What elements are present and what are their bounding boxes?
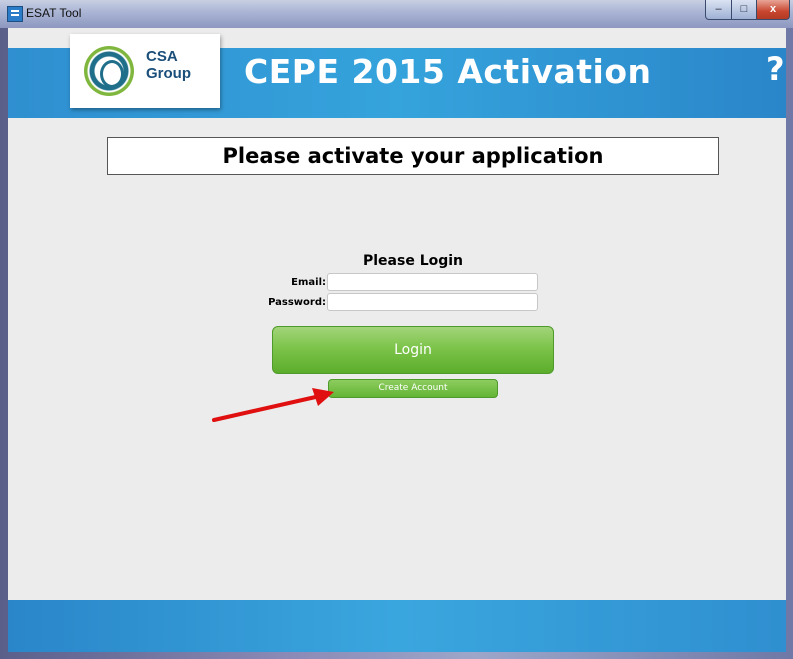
login-heading: Please Login bbox=[362, 253, 464, 269]
csa-group-logo: CSA Group bbox=[70, 34, 220, 108]
logo-line-2: Group bbox=[146, 65, 191, 82]
annotation-arrow-icon bbox=[212, 388, 334, 422]
page-title: CEPE 2015 Activation bbox=[244, 52, 652, 91]
window-title: ESAT Tool bbox=[26, 6, 82, 20]
email-label: Email: bbox=[291, 277, 326, 288]
maximize-button[interactable]: □ bbox=[731, 0, 757, 20]
csa-logo-icon bbox=[84, 46, 134, 96]
login-button[interactable]: Login bbox=[272, 326, 554, 374]
banner-text: Please activate your application bbox=[222, 144, 604, 168]
close-button[interactable]: x bbox=[756, 0, 790, 20]
email-field[interactable] bbox=[327, 273, 538, 291]
password-field[interactable] bbox=[327, 293, 538, 311]
create-account-button[interactable]: Create Account bbox=[328, 379, 498, 398]
footer-bar bbox=[8, 600, 786, 652]
logo-line-1: CSA bbox=[146, 48, 178, 65]
app-window: ESAT Tool – □ x CSA Group CEPE 2015 Acti… bbox=[0, 0, 793, 659]
client-area: CSA Group CEPE 2015 Activation ? Please … bbox=[8, 28, 786, 652]
app-icon bbox=[7, 6, 23, 22]
title-bar[interactable]: ESAT Tool – □ x bbox=[0, 0, 793, 28]
minimize-button[interactable]: – bbox=[705, 0, 732, 20]
help-button[interactable]: ? bbox=[766, 50, 785, 88]
activation-banner: Please activate your application bbox=[107, 137, 719, 175]
logo-text: CSA Group bbox=[146, 48, 191, 82]
password-label: Password: bbox=[268, 297, 326, 308]
